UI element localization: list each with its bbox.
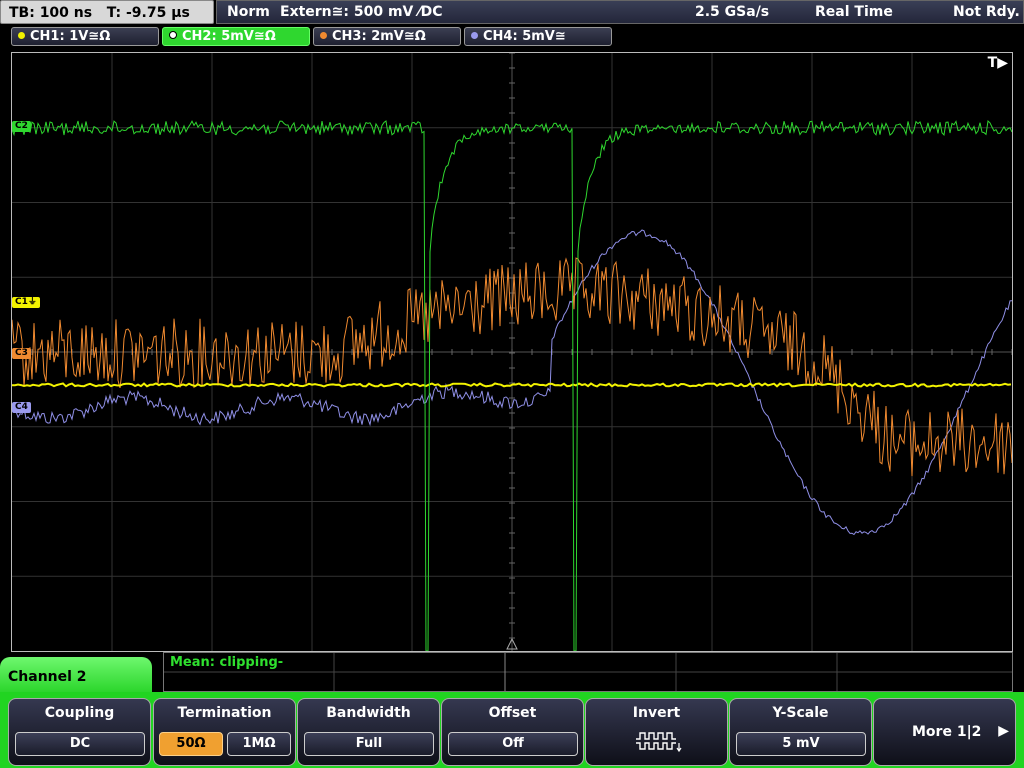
acquisition-state: Not Rdy.	[953, 4, 1020, 20]
yscale-softkey[interactable]: Y-Scale 5 mV	[729, 698, 872, 766]
coupling-title: Coupling	[44, 705, 115, 721]
tab-ch3-label: CH3: 2mV≅Ω	[332, 29, 426, 44]
offset-softkey[interactable]: Offset Off	[441, 698, 584, 766]
timebase-readout[interactable]: TB: 100 ns T: -9.75 µs	[0, 0, 214, 24]
more-label: More 1|2	[912, 724, 982, 740]
ch3-offset-marker[interactable]: C3	[12, 348, 31, 359]
ch4-color-icon	[471, 32, 478, 39]
measurement-result: Mean: clipping-	[170, 655, 284, 670]
waveform-display[interactable]: T▶ C2 C1⏚ C3 C4	[11, 52, 1013, 652]
yscale-value-button[interactable]: 5 mV	[736, 732, 866, 756]
yscale-title: Y-Scale	[772, 705, 829, 721]
tab-ch1[interactable]: CH1: 1V≅Ω	[11, 27, 159, 46]
termination-title: Termination	[177, 705, 272, 721]
more-softkey[interactable]: More 1|2 ▶	[873, 698, 1016, 766]
tab-ch1-label: CH1: 1V≅Ω	[30, 29, 111, 44]
tab-ch4[interactable]: CH4: 5mV≅	[464, 27, 612, 46]
invert-title: Invert	[632, 705, 681, 721]
bandwidth-value-button[interactable]: Full	[304, 732, 434, 756]
pulse-invert-icon	[636, 732, 682, 753]
termination-50ohm-button[interactable]: 50Ω	[159, 732, 223, 756]
invert-softkey[interactable]: Invert	[585, 698, 728, 766]
termination-1mohm-button[interactable]: 1MΩ	[227, 732, 291, 756]
ch2-offset-marker[interactable]: C2	[12, 121, 31, 132]
tab-ch2-label: CH2: 5mV≅Ω	[182, 29, 276, 44]
trigger-position-marker[interactable]: T▶	[988, 55, 1008, 71]
tab-ch2[interactable]: CH2: 5mV≅Ω	[162, 27, 310, 46]
ch1-offset-marker[interactable]: C1⏚	[12, 297, 40, 308]
acquisition-status-strip: Norm Extern≅: 500 mV ⁄DC 2.5 GSa/s Real …	[216, 0, 1024, 24]
ch1-color-icon	[18, 32, 25, 39]
ch4-offset-marker[interactable]: C4	[12, 402, 31, 413]
trigger-mode[interactable]: Norm	[227, 1, 270, 23]
coupling-value-button[interactable]: DC	[15, 732, 145, 756]
termination-softkey[interactable]: Termination 50Ω 1MΩ	[153, 698, 296, 766]
ch2-color-icon	[169, 31, 177, 39]
ch3-color-icon	[320, 32, 327, 39]
offset-value-button[interactable]: Off	[448, 732, 578, 756]
bandwidth-title: Bandwidth	[326, 705, 411, 721]
tab-ch4-label: CH4: 5mV≅	[483, 29, 566, 44]
trigger-source[interactable]: Extern≅: 500 mV ⁄DC	[280, 1, 442, 23]
sample-rate: 2.5 GSa/s	[695, 4, 770, 20]
tab-ch3[interactable]: CH3: 2mV≅Ω	[313, 27, 461, 46]
offset-title: Offset	[488, 705, 537, 721]
bandwidth-softkey[interactable]: Bandwidth Full	[297, 698, 440, 766]
waveform-canvas	[12, 53, 1012, 651]
status-bar: TB: 100 ns T: -9.75 µs Norm Extern≅: 500…	[0, 0, 1024, 26]
measurement-panel: Mean: clipping-	[163, 652, 1013, 692]
arrow-right-icon: ▶	[998, 723, 1009, 739]
measurement-grid	[164, 653, 1012, 691]
coupling-softkey[interactable]: Coupling DC	[8, 698, 151, 766]
acquisition-mode[interactable]: Real Time	[815, 1, 893, 23]
